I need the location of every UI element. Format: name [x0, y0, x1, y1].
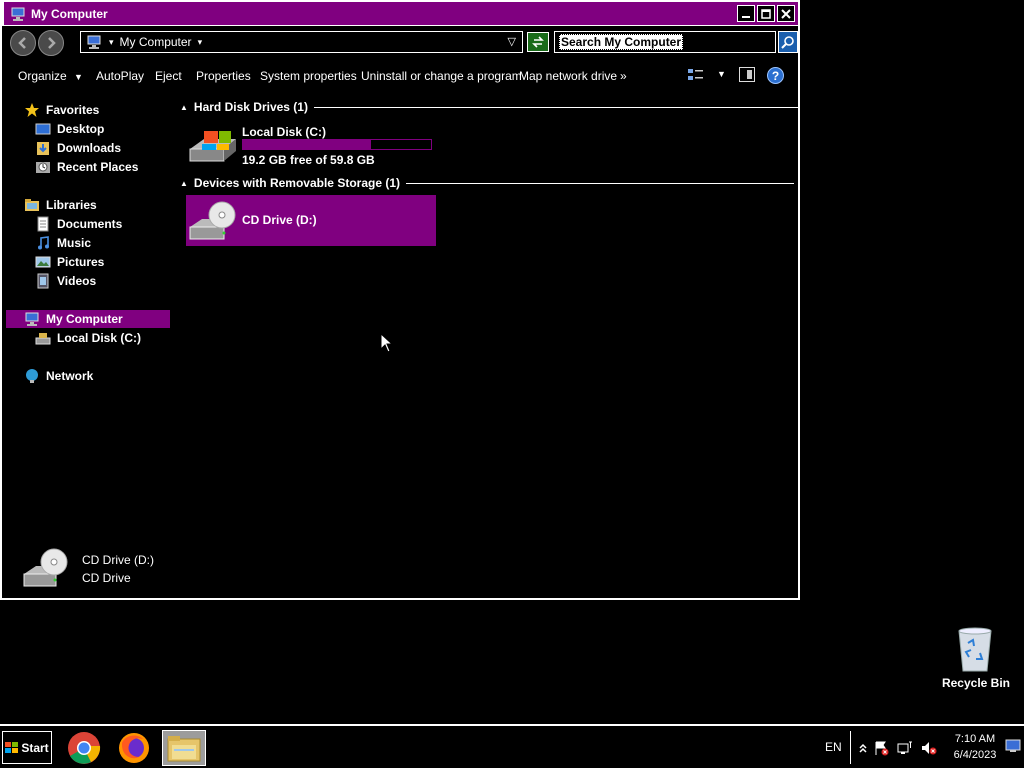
desktop-icon	[35, 121, 51, 137]
properties-button[interactable]: Properties	[196, 69, 251, 83]
chevron-down-icon[interactable]: ▾	[109, 37, 114, 48]
nav-pictures[interactable]: Pictures	[35, 253, 104, 271]
autoplay-button[interactable]: AutoPlay	[96, 69, 144, 83]
view-options-icon[interactable]	[688, 68, 706, 82]
command-bar: Organize ▼ AutoPlay Eject Properties Sys…	[4, 61, 798, 91]
star-icon	[24, 102, 40, 118]
refresh-button[interactable]	[527, 32, 549, 52]
clock-date[interactable]: 6/4/2023	[947, 749, 1003, 761]
explorer-window: My Computer ▾ My Computer ▾ ▽ Search My …	[0, 0, 800, 600]
clock-time[interactable]: 7:10 AM	[947, 733, 1003, 745]
videos-icon	[35, 273, 51, 289]
more-commands-button[interactable]: »	[620, 69, 627, 83]
network-status-icon[interactable]	[897, 740, 913, 756]
search-button[interactable]	[778, 31, 798, 53]
address-field[interactable]: ▾ My Computer ▾ ▽	[80, 31, 523, 53]
collapse-icon[interactable]: ▲	[180, 179, 188, 188]
nav-libraries[interactable]: Libraries	[24, 196, 97, 214]
chrome-icon	[68, 732, 101, 764]
firefox-taskbar-button[interactable]	[112, 730, 156, 766]
nav-desktop[interactable]: Desktop	[35, 120, 104, 138]
chrome-taskbar-button[interactable]	[62, 730, 106, 766]
nav-my-computer[interactable]: My Computer	[6, 310, 170, 328]
chevron-down-icon[interactable]: ▾	[198, 37, 203, 48]
computer-icon	[10, 7, 26, 21]
nav-music[interactable]: Music	[35, 234, 91, 252]
local-disk-item[interactable]: Local Disk (C:) 19.2 GB free of 59.8 GB	[188, 125, 438, 169]
maximize-button[interactable]	[757, 5, 775, 22]
nav-videos[interactable]: Videos	[35, 272, 96, 290]
uninstall-program-button[interactable]: Uninstall or change a program	[361, 69, 522, 83]
firefox-icon	[119, 733, 149, 763]
hard-drive-icon	[188, 125, 238, 167]
nav-recent-places[interactable]: Recent Places	[35, 158, 138, 176]
nav-downloads[interactable]: Downloads	[35, 139, 121, 157]
group-header-removable-storage[interactable]: ▲ Devices with Removable Storage (1)	[180, 176, 794, 190]
map-network-drive-button[interactable]: Map network drive	[519, 69, 617, 83]
downloads-folder-icon	[35, 140, 51, 156]
system-tray: 7:10 AM 6/4/2023	[850, 731, 1022, 764]
volume-muted-icon[interactable]	[921, 740, 937, 756]
content-pane: ▲ Hard Disk Drives (1) Local Disk (C:) 1…	[174, 95, 798, 535]
music-icon	[35, 235, 51, 251]
search-placeholder: Search My Computer	[559, 34, 684, 50]
local-disk-name: Local Disk (C:)	[242, 125, 327, 139]
capacity-fill	[243, 140, 371, 149]
folder-icon	[167, 736, 201, 762]
details-item-name: CD Drive (D:)	[82, 553, 154, 567]
show-hidden-icons-icon[interactable]	[855, 740, 871, 756]
local-disk-capacity-bar	[242, 139, 432, 150]
mouse-cursor-icon	[380, 333, 394, 353]
search-input[interactable]: Search My Computer	[554, 31, 776, 53]
search-icon	[781, 36, 794, 49]
recent-places-icon	[35, 159, 51, 175]
back-button[interactable]	[10, 30, 36, 56]
documents-icon	[35, 216, 51, 232]
cd-drive-name: CD Drive (D:)	[242, 213, 317, 227]
windows-logo-icon	[5, 741, 19, 754]
help-icon[interactable]: ?	[767, 67, 784, 84]
forward-button[interactable]	[38, 30, 64, 56]
navigation-pane: Favorites Desktop Downloads Recent Place…	[4, 95, 170, 535]
taskbar: Start EN 7:10 AM 6/4/2023	[0, 724, 1024, 768]
minimize-button[interactable]	[737, 5, 755, 22]
address-dropdown-icon[interactable]: ▽	[508, 35, 516, 48]
explorer-taskbar-button[interactable]	[162, 730, 206, 766]
system-properties-button[interactable]: System properties	[260, 69, 357, 83]
recycle-bin-desktop-icon[interactable]: Recycle Bin	[938, 625, 1014, 695]
close-button[interactable]	[777, 5, 795, 22]
pictures-icon	[35, 254, 51, 270]
network-icon	[24, 368, 40, 384]
language-indicator[interactable]: EN	[825, 740, 842, 754]
nav-network[interactable]: Network	[24, 367, 93, 385]
group-header-hard-disk-drives[interactable]: ▲ Hard Disk Drives (1)	[180, 100, 798, 114]
recycle-bin-label: Recycle Bin	[941, 676, 1011, 690]
recycle-bin-icon	[956, 625, 994, 673]
start-button[interactable]: Start	[2, 731, 52, 764]
libraries-icon	[24, 197, 40, 213]
local-disk-free-space: 19.2 GB free of 59.8 GB	[242, 153, 375, 167]
preview-pane-icon[interactable]	[739, 67, 755, 82]
address-bar: ▾ My Computer ▾ ▽ Search My Computer	[4, 27, 798, 59]
details-pane: CD Drive (D:) CD Drive	[4, 540, 798, 598]
organize-menu[interactable]: Organize ▼	[18, 69, 83, 83]
nav-documents[interactable]: Documents	[35, 215, 122, 233]
cd-drive-icon	[22, 548, 70, 590]
action-center-flag-icon[interactable]	[873, 740, 889, 756]
breadcrumb[interactable]: My Computer	[120, 35, 192, 49]
show-desktop-icon[interactable]	[1005, 739, 1021, 755]
nav-local-disk[interactable]: Local Disk (C:)	[35, 329, 141, 347]
window-title: My Computer	[31, 6, 108, 21]
computer-icon	[24, 311, 40, 327]
details-item-type: CD Drive	[82, 571, 131, 585]
eject-button[interactable]: Eject	[155, 69, 182, 83]
collapse-icon[interactable]: ▲	[180, 103, 188, 112]
title-bar[interactable]: My Computer	[2, 0, 800, 26]
view-dropdown-icon[interactable]: ▼	[717, 69, 726, 79]
hard-drive-icon	[35, 330, 51, 346]
cd-drive-icon	[188, 199, 238, 241]
computer-icon	[86, 35, 102, 49]
cd-drive-item[interactable]: CD Drive (D:)	[186, 195, 436, 246]
nav-favorites[interactable]: Favorites	[24, 101, 99, 119]
